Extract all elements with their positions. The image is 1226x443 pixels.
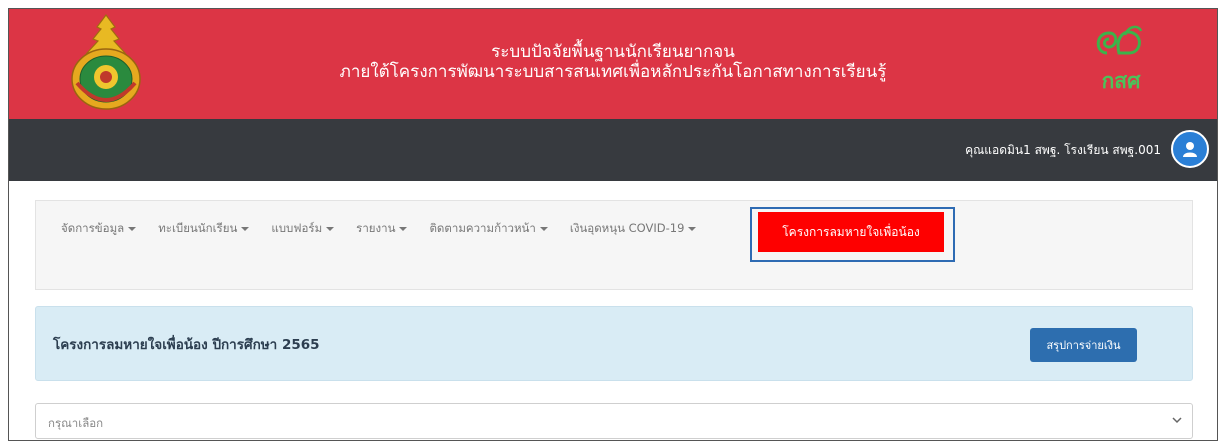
nav-item-breath-for-kids[interactable]: โครงการลมหายใจเพื่อน้อง: [758, 212, 944, 252]
caret-down-icon: [128, 227, 137, 231]
header-banner: ระบบปัจจัยพื้นฐานนักเรียนยากจน ภายใต้โคร…: [9, 9, 1217, 119]
caret-down-icon: [241, 227, 250, 231]
nav-item-forms[interactable]: แบบฟอร์ม: [260, 209, 345, 249]
caret-down-icon: [399, 227, 408, 231]
nav-item-label: รายงาน: [356, 221, 396, 235]
user-bar: คุณแอดมิน1 สพฐ. โรงเรียน สพฐ.001: [9, 119, 1217, 181]
nav-item-label: ทะเบียนนักเรียน: [158, 221, 238, 235]
nav-item-label: แบบฟอร์ม: [271, 221, 323, 235]
user-icon: [1183, 142, 1197, 157]
app-window: ระบบปัจจัยพื้นฐานนักเรียนยากจน ภายใต้โคร…: [8, 8, 1218, 441]
select-value: กรุณาเลือก: [48, 416, 104, 430]
main-navbar: จัดการข้อมูล ทะเบียนนักเรียน แบบฟอร์ม รา…: [35, 200, 1193, 290]
payment-summary-button[interactable]: สรุปการจ่ายเงิน: [1030, 328, 1137, 362]
nav-item-progress-tracking[interactable]: ติดตามความก้าวหน้า: [418, 209, 558, 249]
caret-down-icon: [539, 227, 548, 231]
nav-item-reports[interactable]: รายงาน: [345, 209, 418, 249]
caret-down-icon: [688, 227, 697, 231]
system-title-line1: ระบบปัจจัยพื้นฐานนักเรียนยากจน: [491, 42, 735, 62]
user-avatar[interactable]: [1171, 130, 1209, 168]
nav-menu: จัดการข้อมูล ทะเบียนนักเรียน แบบฟอร์ม รา…: [36, 201, 707, 257]
eef-logo-icon: [1096, 25, 1143, 55]
nav-item-covid-subsidy[interactable]: เงินอุดหนุน COVID-19: [559, 209, 708, 249]
project-panel: โครงการลมหายใจเพื่อน้อง ปีการศึกษา 2565 …: [35, 306, 1193, 381]
nav-item-student-registry[interactable]: ทะเบียนนักเรียน: [147, 209, 260, 249]
nav-item-label: ติดตามความก้าวหน้า: [429, 221, 536, 235]
nav-item-label: เงินอุดหนุน COVID-19: [569, 221, 685, 235]
panel-title: โครงการลมหายใจเพื่อน้อง ปีการศึกษา 2565: [53, 337, 320, 353]
nav-item-data-management[interactable]: จัดการข้อมูล: [50, 209, 147, 249]
system-title-line2: ภายใต้โครงการพัฒนาระบบสารสนเทศเพื่อหลักป…: [339, 62, 887, 82]
eef-logo-text: กสศ: [1101, 69, 1141, 93]
user-name[interactable]: คุณแอดมิน1 สพฐ. โรงเรียน สพฐ.001: [965, 141, 1161, 160]
eef-logo: กสศ: [1085, 23, 1157, 93]
nav-item-label: จัดการข้อมูล: [61, 221, 125, 235]
option-select[interactable]: กรุณาเลือก: [35, 403, 1193, 439]
caret-down-icon: [326, 227, 335, 231]
chevron-down-icon: [1172, 417, 1182, 424]
